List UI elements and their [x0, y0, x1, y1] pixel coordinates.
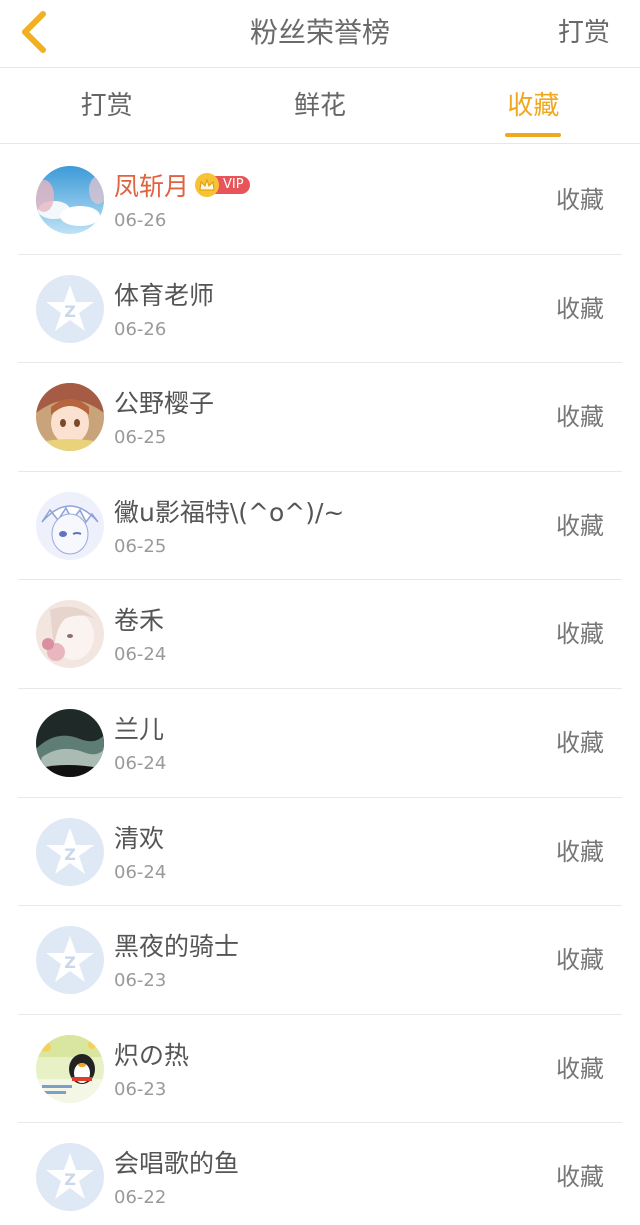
date-label: 06-22	[114, 1187, 167, 1209]
favorite-label: 收藏	[556, 1054, 604, 1083]
svg-text:Z: Z	[64, 302, 76, 321]
sky-avatar	[36, 166, 104, 234]
date-label: 06-23	[114, 970, 167, 992]
vip-label: VIP	[215, 176, 250, 194]
penguin-avatar	[36, 1034, 104, 1103]
favorite-label: 收藏	[556, 728, 604, 757]
svg-text:Z: Z	[64, 1170, 76, 1189]
page-title: 粉丝荣誉榜	[249, 16, 390, 49]
svg-text:Z: Z	[64, 845, 76, 864]
list-item[interactable]: Z 会唱歌的鱼 06-22 收藏	[18, 1123, 622, 1225]
anime-girl-avatar	[36, 383, 104, 452]
tab-reward[interactable]: 打赏	[0, 68, 213, 143]
tab-label: 打赏	[80, 91, 133, 121]
list-item[interactable]: Z 黑夜的骑士 06-23 收藏	[18, 906, 622, 1015]
user-name: 兰儿	[114, 714, 165, 744]
user-name: 黑夜的骑士	[114, 932, 240, 962]
list-item[interactable]: 炽の热 06-23 收藏	[18, 1015, 622, 1124]
list-item[interactable]: Z 体育老师 06-26 收藏	[18, 255, 622, 364]
date-label: 06-24	[114, 644, 167, 666]
sketch-girl-avatar	[36, 600, 104, 669]
list-item[interactable]: 公野樱子 06-25 收藏	[18, 363, 622, 472]
default-avatar: Z	[36, 926, 104, 995]
favorite-label: 收藏	[556, 294, 604, 323]
dark-scene-avatar	[36, 708, 104, 777]
favorite-label: 收藏	[556, 403, 604, 432]
default-avatar: Z	[36, 274, 104, 343]
anime-boy-avatar	[36, 491, 104, 560]
user-name: 体育老师	[114, 280, 215, 310]
date-label: 06-23	[114, 1078, 167, 1100]
list-item[interactable]: 凤斩月 VIP 06-26 收藏	[18, 146, 622, 255]
svg-text:Z: Z	[64, 953, 76, 972]
favorite-label: 收藏	[556, 837, 604, 866]
list-item[interactable]: 卷禾 06-24 收藏	[18, 580, 622, 689]
crown-icon	[195, 173, 220, 197]
user-name: 清欢	[114, 823, 165, 853]
tab-label: 收藏	[507, 91, 560, 121]
date-label: 06-25	[114, 427, 167, 449]
tab-flowers[interactable]: 鲜花	[213, 68, 426, 143]
favorite-label: 收藏	[556, 511, 604, 540]
vip-badge: VIP	[195, 173, 250, 197]
date-label: 06-25	[114, 535, 167, 557]
tab-bar: 打赏 鲜花 收藏	[0, 68, 640, 144]
tab-favorites[interactable]: 收藏	[427, 68, 640, 143]
user-name: 黴u影福特\(^o^)/~	[114, 497, 345, 527]
list-item[interactable]: 黴u影福特\(^o^)/~ 06-25 收藏	[18, 472, 622, 581]
user-name: 炽の热	[114, 1040, 190, 1070]
favorite-label: 收藏	[556, 186, 604, 214]
fan-list: 凤斩月 VIP 06-26 收藏 Z 体育老师 06-26 收藏 公野樱子 06…	[18, 146, 622, 1225]
date-label: 06-26	[114, 210, 167, 231]
list-item[interactable]: 兰儿 06-24 收藏	[18, 689, 622, 798]
date-label: 06-24	[114, 861, 167, 883]
user-name: 卷禾	[114, 606, 165, 636]
default-avatar: Z	[36, 817, 104, 886]
date-label: 06-26	[114, 318, 167, 340]
top-bar: 粉丝荣誉榜 打赏	[0, 0, 640, 68]
tab-label: 鲜花	[293, 91, 346, 121]
favorite-label: 收藏	[556, 1163, 604, 1192]
tab-active-indicator	[505, 133, 562, 137]
default-avatar: Z	[36, 1143, 104, 1212]
date-label: 06-24	[114, 752, 167, 774]
favorite-label: 收藏	[556, 946, 604, 975]
user-name: 公野樱子	[114, 389, 215, 419]
user-name: 会唱歌的鱼	[114, 1149, 240, 1179]
favorite-label: 收藏	[556, 620, 604, 649]
list-item[interactable]: Z 清欢 06-24 收藏	[18, 798, 622, 907]
user-name: 凤斩月	[114, 172, 190, 201]
reward-button[interactable]: 打赏	[558, 0, 610, 66]
